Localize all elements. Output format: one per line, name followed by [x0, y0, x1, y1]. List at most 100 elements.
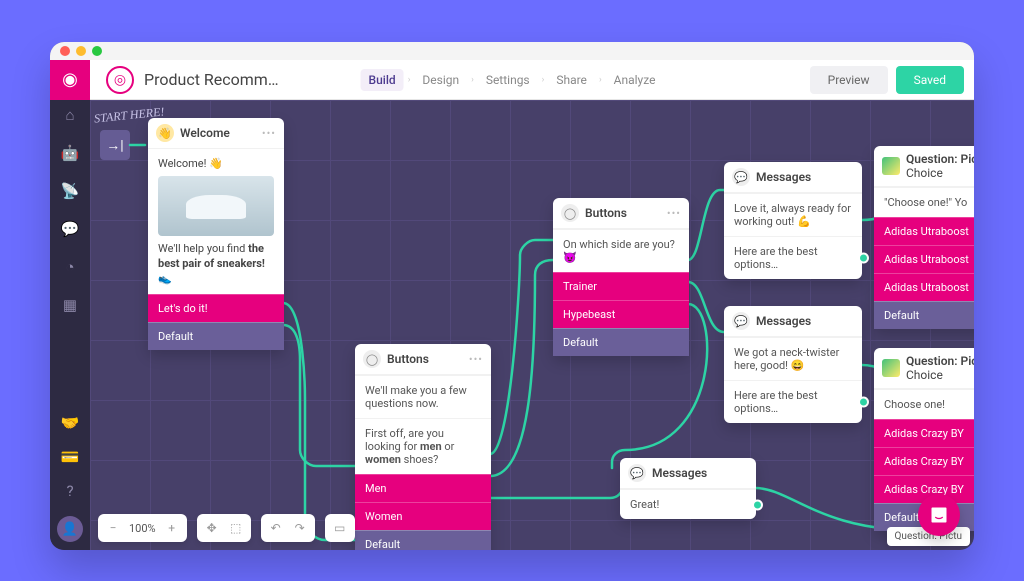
- undo-button[interactable]: ↶: [264, 517, 288, 539]
- msg1: Love it, always ready for working out! 💪: [724, 193, 862, 236]
- minimap-group: ▭: [325, 514, 355, 542]
- option-hypebeast[interactable]: Hypebeast: [553, 300, 689, 328]
- bot-icon[interactable]: 🤖: [59, 144, 81, 162]
- port[interactable]: [858, 253, 869, 264]
- card-menu-button[interactable]: •••: [667, 207, 681, 220]
- msg1: We got a neck-twister here, good! 😄: [724, 337, 862, 380]
- card-menu-button[interactable]: •••: [469, 353, 483, 366]
- msg2: First off, are you looking for men or wo…: [355, 418, 491, 474]
- chevron-icon: ›: [599, 75, 602, 85]
- analytics-icon[interactable]: ◔: [59, 258, 81, 276]
- option-lets-do-it[interactable]: Let's do it!: [148, 294, 284, 322]
- brand-logo[interactable]: ◉: [50, 60, 90, 100]
- card-title: Welcome: [180, 126, 256, 140]
- home-icon[interactable]: ⌂: [59, 106, 81, 124]
- handshake-icon[interactable]: 🤝: [59, 414, 81, 432]
- card-header: Question: PicturChoice: [874, 146, 974, 187]
- welcome-line1: Welcome! 👋: [158, 157, 274, 172]
- bottom-toolbar: − 100% + ✥ ⬚ ↶ ↷ ▭: [98, 514, 355, 542]
- node-messages-1[interactable]: 💬 Messages Love it, always ready for wor…: [724, 162, 862, 279]
- node-welcome[interactable]: 👋 Welcome ••• Welcome! 👋 We'll help you …: [148, 118, 284, 350]
- option-crazy-1[interactable]: Adidas Crazy BY: [874, 419, 974, 447]
- canvas[interactable]: START HERE! →| 👋 Welcome ••• Welcome: [90, 100, 974, 550]
- window-minimize-icon[interactable]: [76, 46, 86, 56]
- zoom-in-button[interactable]: +: [160, 517, 184, 539]
- chevron-icon: ›: [408, 75, 411, 85]
- option-adidas-2[interactable]: Adidas Utraboost: [874, 245, 974, 273]
- start-node[interactable]: →|: [100, 130, 130, 160]
- card-header: ◯ Buttons •••: [355, 344, 491, 375]
- zoom-group: − 100% +: [98, 514, 187, 542]
- select-button[interactable]: ⬚: [224, 517, 248, 539]
- minimap-button[interactable]: ▭: [328, 517, 352, 539]
- chat-icon[interactable]: 💬: [59, 220, 81, 238]
- window-titlebar: [50, 42, 974, 60]
- card-title: Question: PictuChoice: [906, 354, 974, 382]
- sidebar-bottom: 🤝 💳 ? 👤: [57, 414, 83, 542]
- tab-share[interactable]: Share: [548, 69, 595, 91]
- preview-button[interactable]: Preview: [810, 66, 888, 94]
- option-default[interactable]: Default: [148, 322, 284, 350]
- apps-icon[interactable]: ▦: [59, 296, 81, 314]
- bot-avatar-icon[interactable]: ◎: [106, 66, 134, 94]
- card-title: Messages: [756, 170, 854, 184]
- tab-build[interactable]: Build: [361, 69, 404, 91]
- option-adidas-1[interactable]: Adidas Utraboost: [874, 217, 974, 245]
- option-trainer[interactable]: Trainer: [553, 272, 689, 300]
- chevron-icon: ›: [471, 75, 474, 85]
- card-menu-button[interactable]: •••: [262, 127, 276, 140]
- zoom-out-button[interactable]: −: [101, 517, 125, 539]
- card-title: Buttons: [387, 352, 463, 366]
- help-icon[interactable]: ?: [59, 482, 81, 500]
- card-title: Question: PicturChoice: [906, 152, 974, 180]
- card-header: 👋 Welcome •••: [148, 118, 284, 149]
- node-messages-2[interactable]: 💬 Messages We got a neck-twister here, g…: [724, 306, 862, 423]
- picture-icon: [882, 359, 900, 377]
- messages-icon: 💬: [628, 464, 646, 482]
- tab-settings[interactable]: Settings: [478, 69, 538, 91]
- card-body: Welcome! 👋 We'll help you find the best …: [148, 149, 284, 294]
- port[interactable]: [858, 397, 869, 408]
- option-default[interactable]: Default: [355, 530, 491, 550]
- app-window: ◉ ◎ Product Recomm… Build› Design› Setti…: [50, 42, 974, 550]
- card-icon[interactable]: 💳: [59, 448, 81, 466]
- node-buttons-1[interactable]: ◯ Buttons ••• We'll make you a few quest…: [355, 344, 491, 550]
- welcome-line2: We'll help you find the best pair of sne…: [158, 242, 274, 287]
- q-prompt: "Choose one!" Yo: [874, 187, 974, 217]
- port[interactable]: [752, 499, 763, 510]
- card-title: Messages: [652, 466, 748, 480]
- window-close-icon[interactable]: [60, 46, 70, 56]
- buttons-icon: ◯: [561, 204, 579, 222]
- node-buttons-2[interactable]: ◯ Buttons ••• On which side are you? 😈 T…: [553, 198, 689, 356]
- brand-icon: ◉: [62, 69, 78, 90]
- tab-analyze[interactable]: Analyze: [606, 69, 664, 91]
- tab-design[interactable]: Design: [414, 69, 467, 91]
- node-messages-3[interactable]: 💬 Messages Great!: [620, 458, 756, 519]
- sidebar: ⌂ 🤖 📡 💬 ◔ ▦ 🤝 💳 ? 👤: [50, 100, 90, 550]
- option-adidas-3[interactable]: Adidas Utraboost: [874, 273, 974, 301]
- buttons-icon: ◯: [363, 350, 381, 368]
- msg1: Great!: [620, 489, 756, 519]
- option-default[interactable]: Default: [553, 328, 689, 356]
- card-header: 💬 Messages: [620, 458, 756, 489]
- flow-name[interactable]: Product Recomm…: [144, 70, 279, 89]
- option-men[interactable]: Men: [355, 474, 491, 502]
- msg1: On which side are you? 😈: [553, 229, 689, 272]
- intercom-button[interactable]: [918, 494, 960, 536]
- messages-icon: 💬: [732, 168, 750, 186]
- option-default[interactable]: Default: [874, 301, 974, 329]
- option-women[interactable]: Women: [355, 502, 491, 530]
- wave-icon: 👋: [156, 124, 174, 142]
- option-crazy-2[interactable]: Adidas Crazy BY: [874, 447, 974, 475]
- window-maximize-icon[interactable]: [92, 46, 102, 56]
- redo-button[interactable]: ↷: [288, 517, 312, 539]
- pan-button[interactable]: ✥: [200, 517, 224, 539]
- card-title: Buttons: [585, 206, 661, 220]
- saved-button[interactable]: Saved: [896, 66, 964, 94]
- msg1: We'll make you a few questions now.: [355, 375, 491, 418]
- picture-icon: [882, 157, 900, 175]
- nav-group: ✥ ⬚: [197, 514, 251, 542]
- node-question-1[interactable]: Question: PicturChoice "Choose one!" Yo …: [874, 146, 974, 329]
- user-avatar[interactable]: 👤: [57, 516, 83, 542]
- broadcast-icon[interactable]: 📡: [59, 182, 81, 200]
